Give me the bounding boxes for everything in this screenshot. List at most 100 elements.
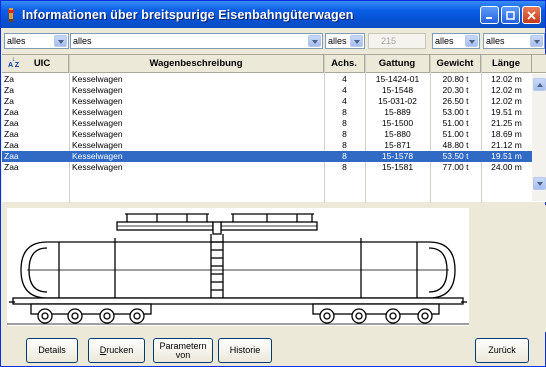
column-header-uic-label: UIC xyxy=(33,58,51,69)
column-header-length[interactable]: Länge xyxy=(481,55,532,73)
back-button-label: Zurück xyxy=(488,345,516,355)
back-button[interactable]: Zurück xyxy=(475,338,529,363)
table-row[interactable]: Zaa Kesselwagen 8 15-880 51.00 t 18.69 m xyxy=(2,129,532,140)
cell-uic: Za xyxy=(4,85,14,95)
cell-gewicht: 51.00 t xyxy=(442,129,469,139)
length-filter-select[interactable]: alles xyxy=(483,33,545,49)
cell-achsen: 8 xyxy=(342,129,347,139)
details-button[interactable]: Details xyxy=(26,338,78,363)
cell-gattung: 15-880 xyxy=(384,129,411,139)
cell-gattung: 15-871 xyxy=(384,140,411,150)
result-count-field: 215 xyxy=(368,33,426,49)
cell-beschreibung: Kesselwagen xyxy=(72,74,123,84)
table-header: ↓ A Z UIC Wagenbeschreibung Achs. Gattung… xyxy=(2,55,546,73)
table-row[interactable]: Zaa Kesselwagen 8 15-889 53.00 t 19.51 m xyxy=(2,107,532,118)
maximize-icon xyxy=(506,10,515,20)
cell-gewicht: 20.30 t xyxy=(442,85,469,95)
cell-uic: Zaa xyxy=(4,129,19,139)
print-button-label: Drucken xyxy=(99,345,134,355)
parameters-button-label-line2: von xyxy=(175,349,191,360)
cell-uic: Zaa xyxy=(4,140,19,150)
table-row[interactable]: Zaa Kesselwagen 8 15-871 48.80 t 21.12 m xyxy=(2,140,532,151)
chevron-down-icon[interactable] xyxy=(465,35,478,47)
cell-gattung: 15-031-02 xyxy=(378,96,417,106)
cell-beschreibung: Kesselwagen xyxy=(72,85,123,95)
wagon-app-icon xyxy=(8,7,14,22)
cell-gewicht: 53.50 t xyxy=(442,151,469,161)
column-header-axles[interactable]: Achs. xyxy=(324,55,365,73)
weight-filter-select[interactable]: alles xyxy=(432,33,480,49)
cell-beschreibung: Kesselwagen xyxy=(72,140,123,150)
details-button-label: Details xyxy=(38,345,66,355)
cell-gattung: 15-889 xyxy=(384,107,411,117)
scroll-up-arrow-icon[interactable] xyxy=(533,78,546,91)
table-row[interactable]: Za Kesselwagen 4 15-1548 20.30 t 12.02 m xyxy=(2,85,532,96)
cell-gewicht: 20.80 t xyxy=(442,74,469,84)
cell-uic: Zaa xyxy=(4,151,19,161)
cell-gattung: 15-1578 xyxy=(381,151,414,161)
uic-filter-value: alles xyxy=(7,36,26,46)
cell-uic: Za xyxy=(4,96,14,106)
cell-uic: Zaa xyxy=(4,107,19,117)
cell-achsen: 4 xyxy=(342,74,347,84)
cell-beschreibung: Kesselwagen xyxy=(72,96,123,106)
cell-beschreibung: Kesselwagen xyxy=(72,162,123,172)
column-header-description[interactable]: Wagenbeschreibung xyxy=(69,55,324,73)
parameters-from-button[interactable]: Parametern von xyxy=(153,338,213,363)
cell-beschreibung: Kesselwagen xyxy=(72,118,123,128)
cell-gattung: 15-1500 xyxy=(381,118,414,128)
column-header-class[interactable]: Gattung xyxy=(365,55,430,73)
cell-gewicht: 48.80 t xyxy=(442,140,469,150)
length-filter-value: alles xyxy=(486,36,505,46)
wagon-table: ↓ A Z UIC Wagenbeschreibung Achs. Gattung… xyxy=(2,54,546,203)
cell-laenge: 21.25 m xyxy=(491,118,522,128)
history-button-label: Historie xyxy=(229,345,261,355)
chevron-down-icon[interactable] xyxy=(350,35,363,47)
cell-gattung: 15-1581 xyxy=(381,162,414,172)
weight-filter-value: alles xyxy=(435,36,454,46)
table-row-selected[interactable]: Zaa Kesselwagen 8 15-1578 53.50 t 19.51 m xyxy=(2,151,532,162)
cell-achsen: 8 xyxy=(342,118,347,128)
cell-laenge: 24.00 m xyxy=(491,162,522,172)
column-header-uic[interactable]: ↓ A Z UIC xyxy=(2,55,69,73)
cell-laenge: 19.51 m xyxy=(491,151,522,161)
cell-gewicht: 51.00 t xyxy=(442,118,469,128)
cell-uic: Zaa xyxy=(4,162,19,172)
uic-filter-select[interactable]: alles xyxy=(4,33,69,49)
scroll-down-arrow-icon[interactable] xyxy=(533,177,546,190)
filter-bar: alles alles alles 215 alles alles xyxy=(2,33,546,52)
cell-gattung: 15-1424-01 xyxy=(375,74,420,84)
history-button[interactable]: Historie xyxy=(218,338,272,363)
column-header-weight[interactable]: Gewicht xyxy=(430,55,481,73)
table-row[interactable]: Zaa Kesselwagen 8 15-1500 51.00 t 21.25 m xyxy=(2,118,532,129)
cell-achsen: 4 xyxy=(342,96,347,106)
minimize-button[interactable] xyxy=(480,6,499,24)
axles-filter-select[interactable]: alles xyxy=(325,33,365,49)
cell-beschreibung: Kesselwagen xyxy=(72,107,123,117)
close-icon xyxy=(527,10,536,20)
table-row[interactable]: Za Kesselwagen 4 15-031-02 26.50 t 12.02 m xyxy=(2,96,532,107)
minimize-icon xyxy=(486,16,492,19)
chevron-down-icon[interactable] xyxy=(308,35,321,47)
tank-wagon-drawing xyxy=(7,208,469,326)
cell-gewicht: 26.50 t xyxy=(442,96,469,106)
axles-filter-value: alles xyxy=(328,36,347,46)
table-row[interactable]: Za Kesselwagen 4 15-1424-01 20.80 t 12.02 m xyxy=(2,74,532,85)
close-button[interactable] xyxy=(522,6,541,24)
window-title: Informationen über breitspurige Eisenbah… xyxy=(22,7,354,22)
cell-achsen: 8 xyxy=(342,107,347,117)
cell-laenge: 12.02 m xyxy=(491,85,522,95)
chevron-down-icon[interactable] xyxy=(54,35,67,47)
description-filter-select[interactable]: alles xyxy=(70,33,323,49)
tank-wagon-illustration xyxy=(7,213,469,325)
print-button[interactable]: Drucken xyxy=(88,338,145,363)
cell-gewicht: 77.00 t xyxy=(442,162,469,172)
cell-beschreibung: Kesselwagen xyxy=(72,151,123,161)
title-bar[interactable]: Informationen über breitspurige Eisenbah… xyxy=(1,1,545,28)
maximize-button[interactable] xyxy=(501,6,520,24)
cell-achsen: 8 xyxy=(342,151,347,161)
table-scrollbar[interactable] xyxy=(532,74,546,201)
chevron-down-icon[interactable] xyxy=(530,35,543,47)
table-row[interactable]: Zaa Kesselwagen 8 15-1581 77.00 t 24.00 m xyxy=(2,162,532,173)
cell-uic: Zaa xyxy=(4,118,19,128)
